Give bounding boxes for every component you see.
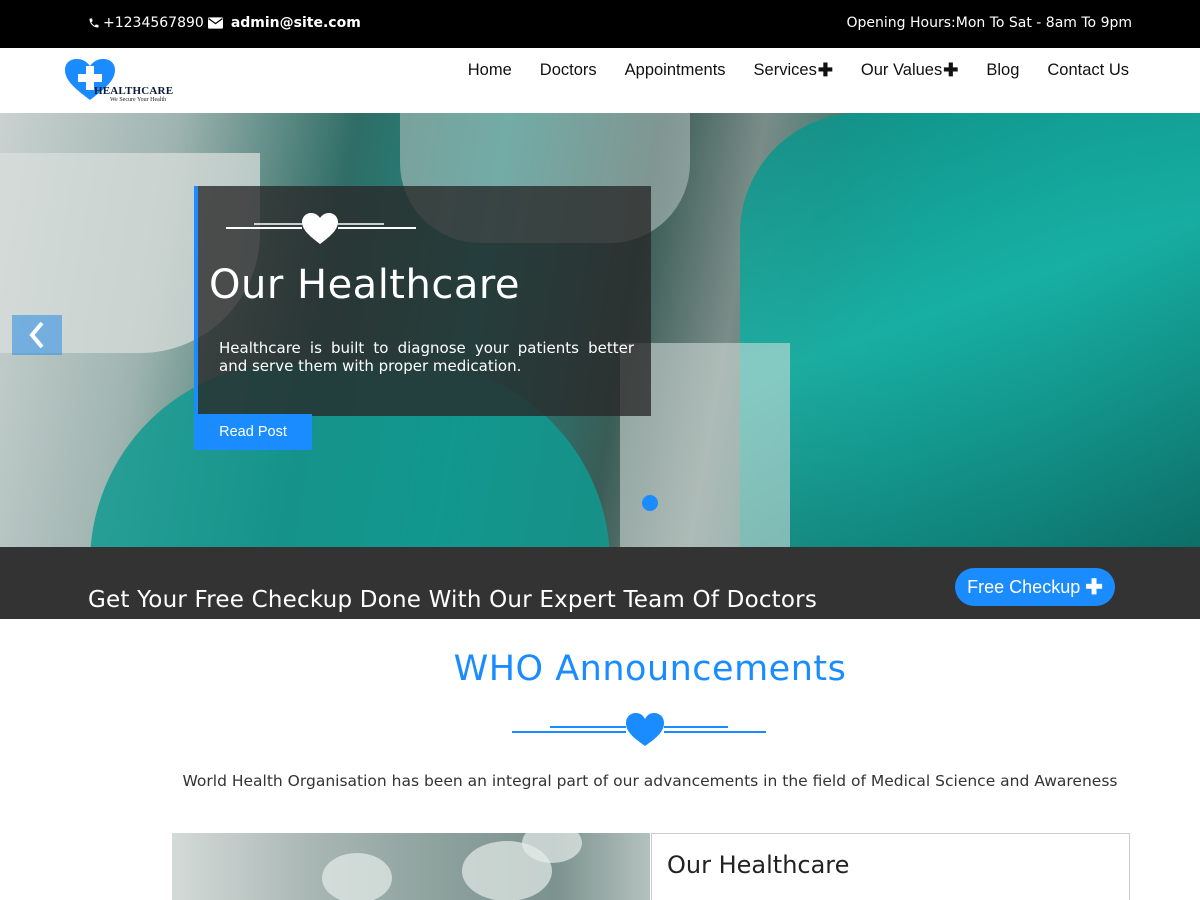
logo-tagline: We Secure Your Health (110, 97, 167, 103)
nav-menu: Home Doctors Appointments Services ✚ Our … (440, 60, 1129, 81)
top-bar: +1234567890 admin@site.com Opening Hours… (0, 0, 1200, 48)
post-title[interactable]: Our Healthcare (667, 851, 849, 879)
heart-divider-icon (226, 213, 416, 244)
slide-description: Healthcare is built to diagnose your pat… (219, 339, 634, 375)
phone-number[interactable]: +1234567890 (103, 15, 204, 31)
slider-indicator-dot[interactable] (642, 495, 658, 511)
nav-appointments-label: Appointments (624, 61, 726, 79)
phone-icon (89, 18, 99, 28)
plus-icon: ✚ (817, 60, 833, 80)
contact-info: +1234567890 admin@site.com (88, 15, 361, 31)
section-title: WHO Announcements (453, 649, 847, 689)
nav-home-label: Home (467, 61, 512, 79)
nav-values-label: Our Values (860, 61, 943, 79)
nav-blog[interactable]: Blog (986, 60, 1019, 81)
heart-divider-icon (512, 713, 766, 746)
plus-icon: ✚ (943, 60, 959, 80)
opening-hours: Opening Hours:Mon To Sat - 8am To 9pm (846, 15, 1132, 31)
chevron-left-icon (29, 321, 44, 349)
nav-our-values[interactable]: Our Values ✚ (861, 60, 958, 81)
image-detail (322, 853, 392, 900)
free-checkup-label: Free Checkup (967, 576, 1081, 597)
slider-prev-button[interactable] (12, 315, 62, 355)
free-checkup-button[interactable]: Free Checkup ✚ (955, 568, 1115, 606)
hero-slider: Our Healthcare Healthcare is built to di… (0, 113, 1200, 547)
nav-doctors[interactable]: Doctors (540, 60, 597, 81)
plus-icon: ✚ (1085, 575, 1103, 599)
envelope-icon (207, 17, 223, 29)
checkup-banner-text: Get Your Free Checkup Done With Our Expe… (88, 587, 818, 613)
nav-blog-label: Blog (986, 61, 1020, 79)
post-thumbnail[interactable] (172, 833, 650, 900)
nav-contact[interactable]: Contact Us (1047, 60, 1129, 81)
post-card: Our Healthcare (651, 833, 1130, 900)
nav-doctors-label: Doctors (539, 61, 597, 79)
nav-services-label: Services (753, 61, 817, 79)
nav-contact-label: Contact Us (1047, 61, 1129, 79)
site-logo[interactable]: HEALTHCARE We Secure Your Health (64, 58, 194, 103)
section-description: World Health Organisation has been an in… (182, 772, 1118, 790)
slide-caption: Our Healthcare Healthcare is built to di… (194, 186, 651, 416)
email-address[interactable]: admin@site.com (231, 15, 361, 31)
slide-title: Our Healthcare (209, 262, 521, 308)
nav-home[interactable]: Home (468, 60, 512, 81)
checkup-banner: Get Your Free Checkup Done With Our Expe… (0, 547, 1200, 619)
nav-appointments[interactable]: Appointments (625, 60, 726, 81)
hero-background-shape (740, 113, 1200, 547)
main-navbar: HEALTHCARE We Secure Your Health Home Do… (0, 48, 1200, 113)
logo-title: HEALTHCARE (94, 85, 174, 97)
nav-services[interactable]: Services ✚ (754, 60, 833, 81)
read-post-button[interactable]: Read Post (194, 414, 312, 450)
